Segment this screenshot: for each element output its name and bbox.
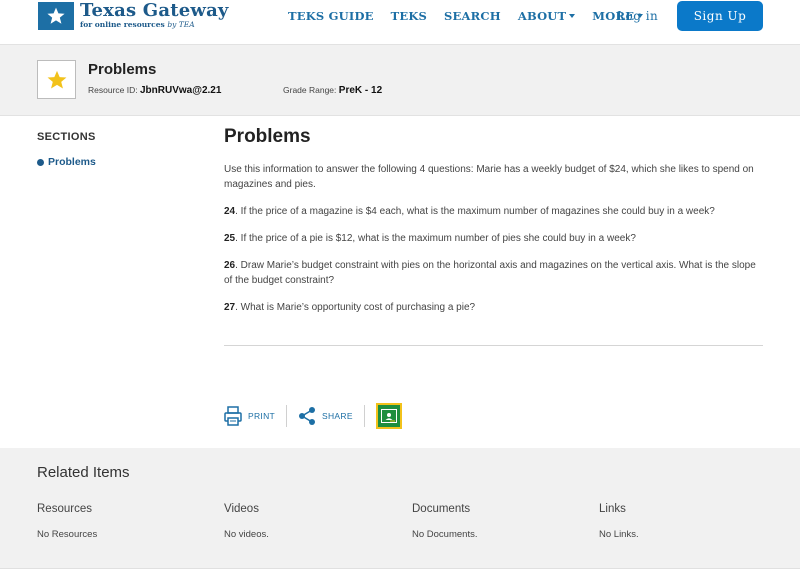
related-column-value: No videos. <box>224 529 269 540</box>
action-bar: PRINT SHARE <box>224 403 402 429</box>
printer-icon <box>224 406 242 426</box>
related-column-title: Videos <box>224 503 259 515</box>
nav-about-label: ABOUT <box>517 9 567 23</box>
favorite-star-button[interactable] <box>37 60 76 99</box>
related-column-value: No Documents. <box>412 529 478 540</box>
resource-id: Resource ID: JbnRUVwa@2.21 <box>88 85 221 96</box>
related-videos: Videos No videos. <box>224 503 269 540</box>
resource-id-label: Resource ID: <box>88 85 138 95</box>
logo-subtitle: for online resources <box>80 20 165 29</box>
google-classroom-button[interactable] <box>375 403 402 429</box>
login-link[interactable]: Log in <box>617 9 658 23</box>
share-button[interactable]: SHARE <box>298 406 353 426</box>
sidebar-item-problems[interactable]: Problems <box>37 156 96 168</box>
resource-title: Problems <box>88 61 157 78</box>
star-icon <box>47 70 66 89</box>
related-column-title: Resources <box>37 503 92 515</box>
question-24: 24. If the price of a magazine is $4 eac… <box>224 204 764 219</box>
sidebar-item-label: Problems <box>48 156 96 168</box>
logo-title: Texas Gateway <box>80 0 229 21</box>
question-text: . If the price of a pie is $12, what is … <box>235 233 636 244</box>
question-text: . If the price of a magazine is $4 each,… <box>235 206 715 217</box>
related-resources: Resources No Resources <box>37 503 97 540</box>
google-classroom-icon <box>380 409 397 423</box>
page-title: Problems <box>224 126 311 147</box>
nav-search[interactable]: SEARCH <box>444 9 501 23</box>
main-content: Problems Use this information to answer … <box>224 126 764 327</box>
question-number: 25 <box>224 233 236 244</box>
share-icon <box>299 407 315 425</box>
sections-heading: SECTIONS <box>37 131 96 143</box>
action-separator <box>286 405 287 427</box>
texas-gateway-logo[interactable]: Texas Gateway for online resources by TE… <box>38 2 229 32</box>
print-label: PRINT <box>248 411 275 421</box>
related-links: Links No Links. <box>599 503 639 540</box>
print-button[interactable]: PRINT <box>224 406 275 426</box>
nav-teks[interactable]: TEKS <box>391 9 427 23</box>
top-navbar: Texas Gateway for online resources by TE… <box>0 0 800 44</box>
question-number: 24 <box>224 206 236 217</box>
footer-strip <box>0 568 800 588</box>
intro-paragraph: Use this information to answer the follo… <box>224 164 754 190</box>
related-column-title: Links <box>599 503 626 515</box>
bullet-dot-icon <box>37 158 44 166</box>
logo-by: by TEA <box>167 20 195 29</box>
nav-teks-guide[interactable]: TEKS GUIDE <box>288 9 374 23</box>
grade-range: Grade Range: PreK - 12 <box>283 85 382 96</box>
question-number: 27 <box>224 302 236 313</box>
question-27: 27. What is Marie’s opportunity cost of … <box>224 300 764 315</box>
question-text: . Draw Marie’s budget constraint with pi… <box>224 260 756 286</box>
resource-id-value: JbnRUVwa@2.21 <box>139 85 222 96</box>
grade-range-value: PreK - 12 <box>338 85 383 96</box>
nav-about[interactable]: ABOUT <box>517 9 576 23</box>
question-number: 26 <box>224 260 236 271</box>
question-text: . What is Marie’s opportunity cost of pu… <box>235 302 476 313</box>
related-column-value: No Links. <box>599 529 639 540</box>
share-label: SHARE <box>322 411 353 421</box>
action-separator <box>363 405 365 427</box>
grade-range-label: Grade Range: <box>283 85 337 95</box>
question-26: 26. Draw Marie’s budget constraint with … <box>224 258 764 288</box>
related-items: Related Items Resources No Resources Vid… <box>0 448 800 568</box>
content-divider <box>224 345 763 346</box>
related-column-value: No Resources <box>37 529 98 540</box>
logo-star-icon <box>38 2 74 30</box>
question-25: 25. If the price of a pie is $12, what i… <box>224 231 764 246</box>
related-column-title: Documents <box>412 503 471 515</box>
signup-button[interactable]: Sign Up <box>677 1 763 31</box>
main-nav: TEKS GUIDE TEKS SEARCH ABOUT MORE <box>288 9 660 23</box>
chevron-down-icon <box>569 14 576 18</box>
related-documents: Documents No Documents. <box>412 503 477 540</box>
resource-header: Problems Resource ID: JbnRUVwa@2.21 Grad… <box>0 44 800 116</box>
related-items-heading: Related Items <box>37 464 130 481</box>
